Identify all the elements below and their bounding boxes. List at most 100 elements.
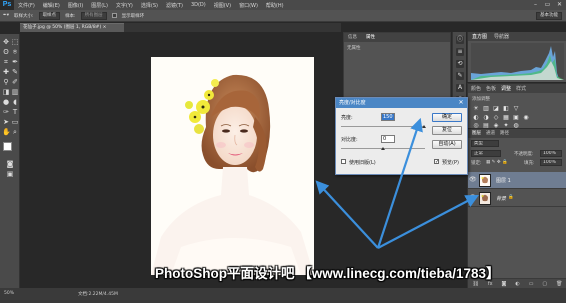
contrast-slider-handle[interactable] [381,147,385,150]
dialog-close-icon[interactable]: ✕ [457,99,465,106]
ok-button[interactable]: 确定 [432,113,462,122]
properties-icon[interactable]: ≡ [456,48,464,56]
eyedropper-tool-icon[interactable]: ✒ [11,58,19,66]
color-balance-adjustment-icon[interactable]: ◑ [482,114,490,121]
tab-adjustments[interactable]: 调整 [501,85,511,92]
new-adjustment-layer-icon[interactable]: ◐ [515,281,519,287]
auto-button[interactable]: 自动(A) [432,140,462,149]
exposure-adjustment-icon[interactable]: ◧ [502,105,510,112]
visibility-eye-icon[interactable]: 👁 [469,177,477,183]
healing-brush-tool-icon[interactable]: ✚ [2,68,10,76]
gradient-tool-icon[interactable]: ▥ [11,88,19,96]
tab-navigator[interactable]: 导航器 [494,33,509,40]
blur-tool-icon[interactable]: ● [2,98,10,106]
blend-mode-select[interactable]: 正常 [471,150,501,157]
info-icon[interactable]: ⓘ [456,36,464,44]
hue-saturation-adjustment-icon[interactable]: ◐ [472,114,480,121]
history-icon[interactable]: ⟲ [456,60,464,68]
show-ring-checkbox[interactable] [111,13,117,18]
tab-channels[interactable]: 通道 [486,130,495,136]
minimize-button[interactable]: – [531,1,540,8]
tab-info[interactable]: 信息 [348,34,357,40]
brush-presets-icon[interactable]: ✎ [456,72,464,80]
photo-filter-adjustment-icon[interactable]: ▦ [502,114,510,121]
reset-button[interactable]: 复位 [432,126,462,135]
layer-row-background[interactable]: 👁 背景 🔒 [468,190,566,207]
fill-input[interactable]: 100% [540,159,562,166]
quick-mask-icon[interactable]: ◙ [6,160,14,168]
lasso-tool-icon[interactable]: ʘ [2,48,10,56]
preview-checkbox[interactable]: ✓ [434,159,439,165]
black-white-adjustment-icon[interactable]: ◇ [492,114,500,121]
clone-stamp-tool-icon[interactable]: ⚲ [2,78,10,86]
brightness-adjustment-icon[interactable]: ☀ [472,105,480,112]
brush-tool-icon[interactable]: ✎ [11,68,19,76]
tab-swatches[interactable]: 色板 [486,85,496,92]
brightness-slider-track[interactable] [341,126,425,127]
crop-tool-icon[interactable]: ⌗ [2,58,10,66]
tab-properties[interactable]: 属性 [366,34,375,40]
menu-window[interactable]: 窗口(W) [235,2,262,9]
legacy-checkbox[interactable] [341,159,346,164]
no-properties-text: 无属性 [347,46,361,51]
zoom-tool-icon[interactable]: ⌕ [11,128,19,136]
new-layer-icon[interactable]: ▢ [542,281,547,287]
brightness-input[interactable]: 150 [381,113,395,121]
brightness-slider-handle[interactable] [422,125,426,128]
dialog-titlebar[interactable]: 亮度/对比度 ✕ [336,98,467,108]
menu-edit[interactable]: 编辑(E) [39,2,64,9]
close-button[interactable]: ✕ [555,1,564,8]
document-image[interactable] [151,57,314,275]
tab-paths[interactable]: 路径 [500,130,509,136]
delete-layer-icon[interactable]: 🗑 [556,281,562,287]
opacity-input[interactable]: 100% [540,150,562,157]
menu-view[interactable]: 视图(V) [210,2,235,9]
layer-row-layer1[interactable]: 👁 图层 1 [468,172,566,189]
workspace-select[interactable]: 基本功能 [536,12,562,20]
color-lookup-adjustment-icon[interactable]: ◉ [522,114,530,121]
layer-filter-select[interactable]: 类型 [471,140,499,147]
document-info[interactable]: 文档:2.22M/4.45M [78,291,118,297]
channel-mixer-adjustment-icon[interactable]: ▣ [512,114,520,121]
shape-tool-icon[interactable]: ▭ [11,118,19,126]
tab-styles[interactable]: 样式 [516,85,526,92]
character-icon[interactable]: A [456,84,464,92]
document-tab[interactable]: 花仙子.jpg @ 50% (图层 1, RGB/8#) × [20,23,124,32]
levels-adjustment-icon[interactable]: ▥ [482,105,490,112]
path-select-tool-icon[interactable]: ➤ [2,118,10,126]
dodge-tool-icon[interactable]: ◖ [11,98,19,106]
restore-button[interactable]: ▭ [543,1,552,8]
eraser-tool-icon[interactable]: ◨ [2,88,10,96]
menu-filter[interactable]: 滤镜(T) [162,2,187,9]
hand-tool-icon[interactable]: ✋ [2,128,11,136]
new-group-icon[interactable]: ▭ [529,281,534,287]
curves-adjustment-icon[interactable]: ◪ [492,105,500,112]
vibrance-adjustment-icon[interactable]: ▽ [512,105,520,112]
menu-help[interactable]: 帮助(H) [262,2,288,9]
tab-histogram[interactable]: 直方图 [472,33,487,40]
menu-3d[interactable]: 3D(D) [187,2,210,8]
marquee-tool-icon[interactable]: ⬚ [11,38,19,46]
sample-select[interactable]: 所有图层 [80,11,107,20]
screen-mode-icon[interactable]: ▣ [6,170,14,178]
type-tool-icon[interactable]: T [11,108,19,116]
menu-layer[interactable]: 图层(L) [87,2,112,9]
foreground-color-swatch[interactable] [3,142,12,151]
tab-color[interactable]: 颜色 [471,85,481,92]
sample-size-select[interactable]: 取样点 [38,11,61,20]
history-brush-tool-icon[interactable]: ✐ [11,78,19,86]
visibility-eye-icon[interactable]: 👁 [469,195,477,201]
menu-select[interactable]: 选择(S) [137,2,162,9]
move-tool-icon[interactable]: ✥ [2,38,10,46]
contrast-input[interactable]: 0 [381,135,395,143]
eyedropper-tool-icon[interactable]: ✒▾ [3,13,9,18]
add-mask-icon[interactable]: ◙ [502,281,507,287]
quick-select-tool-icon[interactable]: ⍟ [11,48,19,56]
pen-tool-icon[interactable]: ✑ [2,108,10,116]
lock-icons[interactable]: ▦ ✎ ✥ 🔒 [486,160,508,165]
menu-type[interactable]: 文字(Y) [112,2,137,9]
menu-image[interactable]: 图像(I) [64,2,87,9]
zoom-level[interactable]: 50% [4,291,14,296]
menu-file[interactable]: 文件(F) [14,2,39,9]
tab-layers[interactable]: 图层 [472,130,481,136]
